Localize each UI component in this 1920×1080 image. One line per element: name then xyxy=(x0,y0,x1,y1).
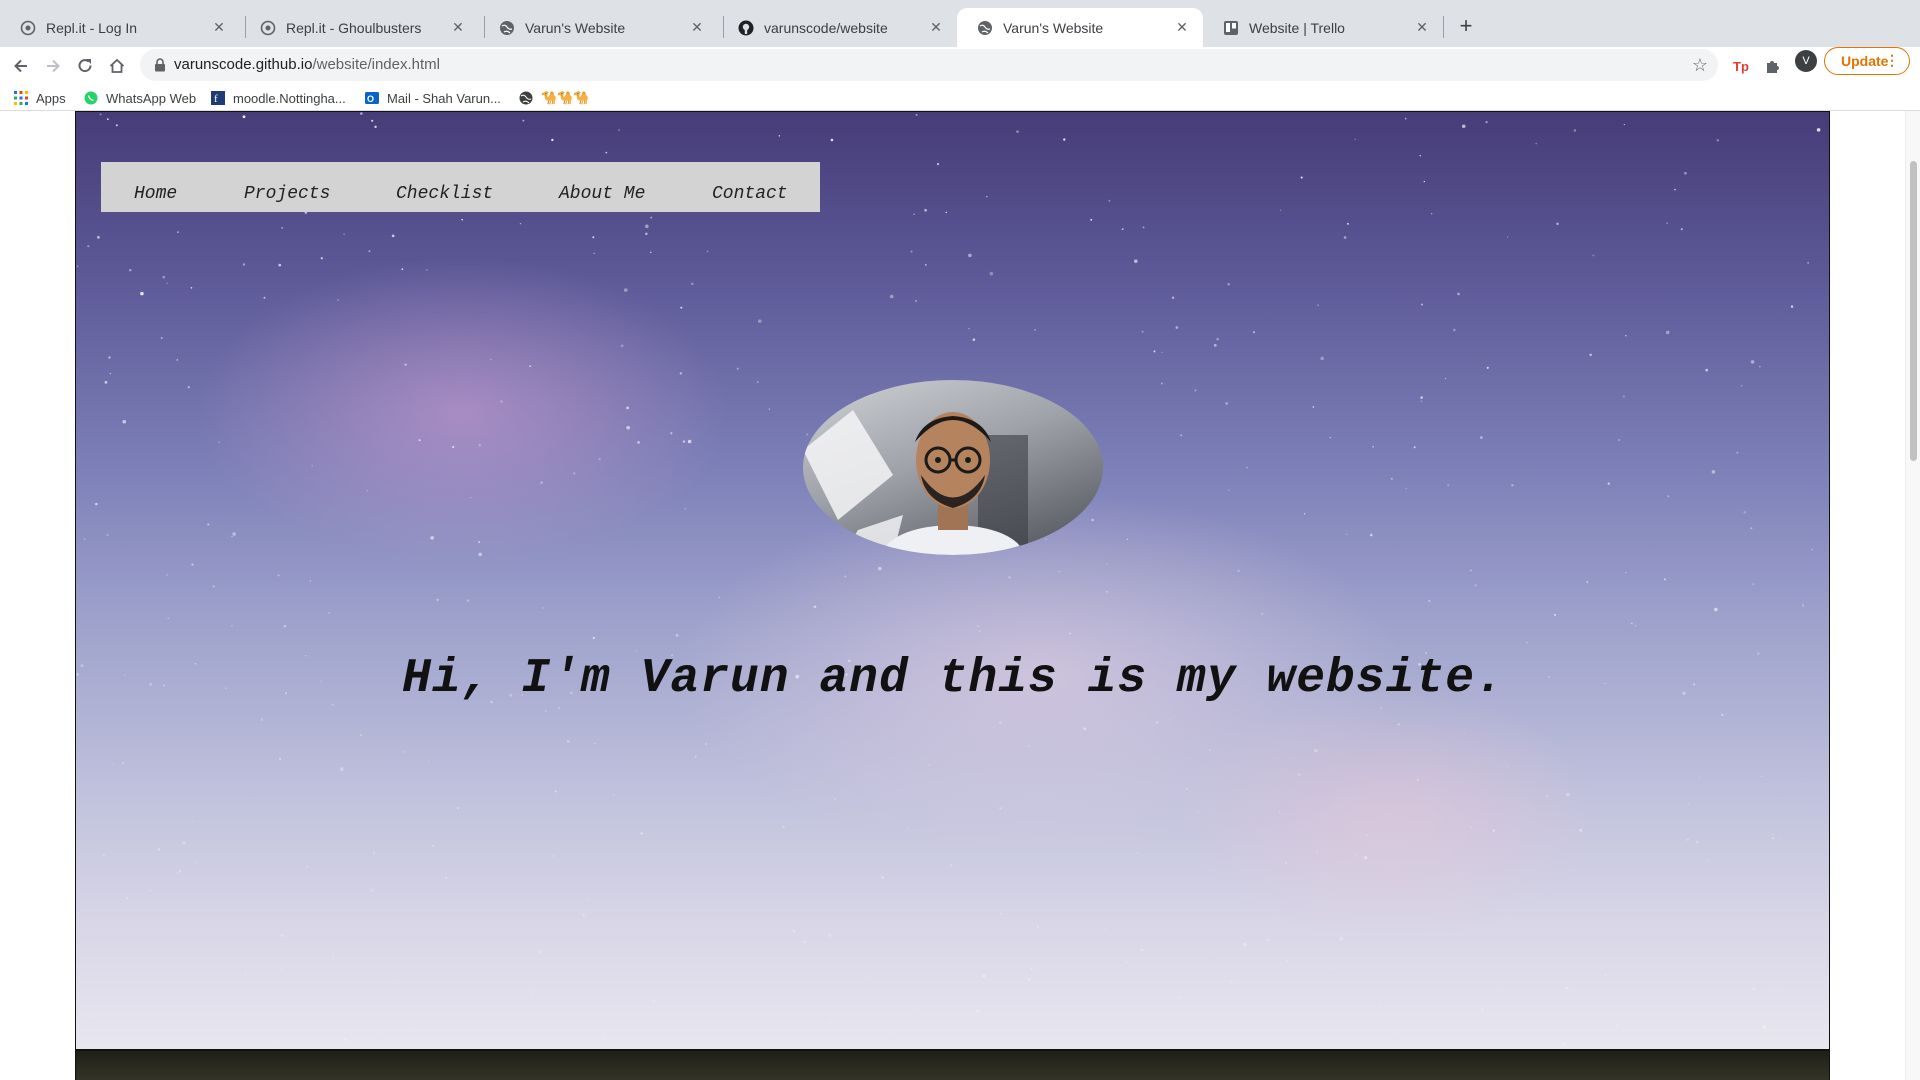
close-icon[interactable]: ✕ xyxy=(927,19,945,37)
nav-contact-link[interactable]: Contact xyxy=(712,184,788,204)
close-icon[interactable]: ✕ xyxy=(688,19,706,37)
nav-about-me-link[interactable]: About Me xyxy=(559,184,645,204)
url-path: /website/index.html xyxy=(312,56,440,73)
svg-text:Tp: Tp xyxy=(1733,59,1749,74)
bookmark-camels[interactable]: 🐪🐪🐪 xyxy=(519,88,590,108)
page-scrollbar[interactable] xyxy=(1905,111,1920,1080)
hero-section: Home Projects Checklist About Me Contact xyxy=(75,111,1830,1050)
update-button[interactable]: Update ⋮ xyxy=(1824,47,1910,75)
site-nav: Home Projects Checklist About Me Contact xyxy=(101,162,820,212)
globe-icon xyxy=(519,91,533,105)
outlook-icon: O xyxy=(365,91,379,105)
home-button[interactable] xyxy=(102,51,132,81)
bookmark-label: 🐪🐪🐪 xyxy=(541,90,590,105)
home-icon xyxy=(109,58,125,73)
extension-tp-button[interactable]: Tp xyxy=(1729,53,1755,79)
svg-text:f: f xyxy=(214,93,218,105)
tab-trello[interactable]: Website | Trello ✕ xyxy=(1203,8,1443,47)
bookmark-label: WhatsApp Web xyxy=(106,90,197,106)
more-vert-icon: ⋮ xyxy=(1885,52,1899,68)
tab-strip: Repl.it - Log In ✕ Repl.it - Ghoulbuster… xyxy=(0,0,1920,47)
replit-icon xyxy=(260,20,276,36)
close-icon[interactable]: ✕ xyxy=(1413,19,1431,37)
globe-icon xyxy=(499,20,515,36)
url-host: varunscode.github.io xyxy=(174,56,313,73)
github-icon xyxy=(738,20,754,36)
hero-headline: Hi, I'm Varun and this is my website. xyxy=(402,652,1505,706)
bookmark-label: Mail - Shah Varun... xyxy=(387,90,501,106)
globe-icon xyxy=(977,20,993,36)
extensions-button[interactable] xyxy=(1760,53,1786,79)
tab-replit-ghoulbusters[interactable]: Repl.it - Ghoulbusters ✕ xyxy=(240,8,479,47)
url-text: varunscode.github.io/website/index.html xyxy=(174,56,440,73)
bookmark-star-icon[interactable]: ☆ xyxy=(1692,55,1708,76)
tab-replit-login[interactable]: Repl.it - Log In ✕ xyxy=(0,8,240,47)
apps-grid-icon xyxy=(14,91,28,105)
puzzle-icon xyxy=(1767,61,1779,73)
starfield-background xyxy=(76,112,1821,1049)
reload-button[interactable] xyxy=(70,51,100,81)
tab-varuns-website-active[interactable]: Varun's Website ✕ xyxy=(957,8,1203,47)
tab-title: Varun's Website xyxy=(525,19,626,36)
nav-home-link[interactable]: Home xyxy=(134,184,177,204)
bookmarks-bar: Apps WhatsApp Web f moodle.Nottingha... … xyxy=(0,85,1920,111)
forward-button[interactable] xyxy=(38,51,68,81)
tab-github-repo[interactable]: varunscode/website ✕ xyxy=(718,8,957,47)
new-tab-button[interactable]: + xyxy=(1452,12,1480,40)
profile-avatar[interactable]: V xyxy=(1795,50,1817,72)
close-icon[interactable]: ✕ xyxy=(210,19,228,37)
profile-photo xyxy=(803,380,1103,555)
bookmark-label: moodle.Nottingha... xyxy=(233,90,346,106)
trello-icon xyxy=(1223,20,1239,36)
bookmark-moodle[interactable]: f moodle.Nottingha... xyxy=(211,88,346,108)
tab-divider xyxy=(1443,16,1444,38)
replit-icon xyxy=(20,20,36,36)
lock-icon xyxy=(154,58,166,77)
browser-toolbar: varunscode.github.io/website/index.html … xyxy=(0,47,1920,85)
tab-title: Repl.it - Ghoulbusters xyxy=(286,19,422,36)
bookmark-whatsapp[interactable]: WhatsApp Web xyxy=(84,88,196,108)
update-label: Update xyxy=(1841,53,1889,69)
scrollbar-thumb[interactable] xyxy=(1910,161,1917,461)
tab-varuns-website[interactable]: Varun's Website ✕ xyxy=(479,8,718,47)
page-viewport: Home Projects Checklist About Me Contact xyxy=(0,111,1905,1080)
next-section-preview xyxy=(75,1050,1830,1080)
tab-title: varunscode/website xyxy=(764,19,888,36)
svg-text:O: O xyxy=(367,94,374,104)
moodle-icon: f xyxy=(211,91,225,105)
close-icon[interactable]: ✕ xyxy=(449,19,467,37)
bookmark-apps[interactable]: Apps xyxy=(14,88,66,108)
forward-arrow-icon xyxy=(47,59,60,73)
reload-icon xyxy=(78,59,92,73)
tab-title: Repl.it - Log In xyxy=(46,19,138,36)
nav-checklist-link[interactable]: Checklist xyxy=(396,184,493,204)
tab-title: Website | Trello xyxy=(1249,19,1345,36)
whatsapp-icon xyxy=(84,91,98,105)
address-bar[interactable]: varunscode.github.io/website/index.html … xyxy=(140,49,1718,81)
back-button[interactable] xyxy=(6,51,36,81)
back-arrow-icon xyxy=(14,59,27,73)
plus-icon: + xyxy=(1459,13,1473,38)
nav-projects-link[interactable]: Projects xyxy=(244,184,330,204)
close-icon[interactable]: ✕ xyxy=(1173,19,1191,37)
bookmark-label: Apps xyxy=(36,90,66,106)
tab-title: Varun's Website xyxy=(1003,19,1104,36)
bookmark-mail[interactable]: O Mail - Shah Varun... xyxy=(365,88,501,108)
tp-extension-icon: Tp xyxy=(1733,59,1749,74)
